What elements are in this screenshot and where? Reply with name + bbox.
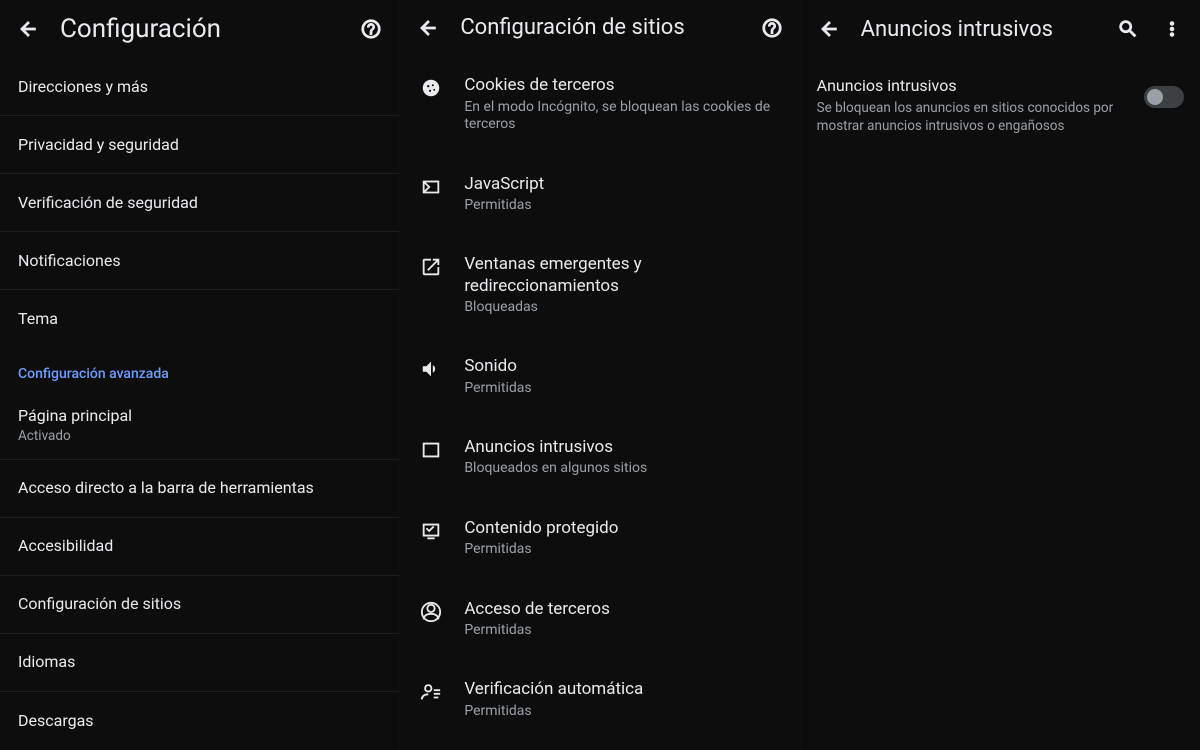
settings-item-addresses[interactable]: Direcciones y más <box>0 58 399 116</box>
intrusive-ads-toggle[interactable] <box>1144 86 1184 108</box>
help-icon <box>360 18 382 40</box>
item-label: Anuncios intrusivos <box>464 437 781 458</box>
site-item-intrusive-ads[interactable]: Anuncios intrusivos Bloqueados en alguno… <box>400 417 799 498</box>
intrusive-ads-title: Anuncios intrusivos <box>853 17 1104 42</box>
item-label: Verificación automática <box>464 679 781 700</box>
site-item-sound[interactable]: Sonido Permitidas <box>400 336 799 417</box>
arrow-back-icon <box>17 18 39 40</box>
item-label: Accesibilidad <box>18 536 113 556</box>
advanced-section-header: Configuración avanzada <box>0 348 399 392</box>
item-label: Sonido <box>464 356 781 377</box>
help-button[interactable] <box>351 9 391 49</box>
third-party-icon <box>420 601 442 623</box>
settings-item-site-settings[interactable]: Configuración de sitios <box>0 576 399 634</box>
item-label: Ventanas emergentes y redireccionamiento… <box>464 254 781 297</box>
item-sublabel: Permitidas <box>464 703 781 721</box>
settings-title: Configuración <box>52 14 347 44</box>
item-label: Tema <box>18 309 58 329</box>
site-item-auto-verify[interactable]: Verificación automática Permitidas <box>400 659 799 740</box>
item-label: Descargas <box>18 711 94 731</box>
item-label: Página principal <box>18 406 132 426</box>
item-label: Acceso directo a la barra de herramienta… <box>18 478 314 498</box>
site-item-third-party-access[interactable]: Acceso de terceros Permitidas <box>400 579 799 660</box>
settings-item-theme[interactable]: Tema <box>0 290 399 348</box>
item-sublabel: Bloqueados en algunos sitios <box>464 460 781 478</box>
item-sublabel: Permitidas <box>464 197 781 215</box>
intrusive-ads-panel: Anuncios intrusivos Anuncios intrusivos … <box>800 0 1200 750</box>
settings-item-languages[interactable]: Idiomas <box>0 634 399 692</box>
cookie-icon <box>420 77 442 99</box>
more-button[interactable] <box>1152 9 1192 49</box>
detail-sublabel: Se bloquean los anuncios en sitios conoc… <box>817 99 1130 135</box>
more-vert-icon <box>1161 18 1183 40</box>
sound-icon <box>420 358 442 380</box>
toggle-knob <box>1147 89 1163 105</box>
item-sublabel: Permitidas <box>464 622 781 640</box>
item-label: Verificación de seguridad <box>18 193 198 213</box>
site-settings-panel: Configuración de sitios Cookies de terce… <box>399 0 799 750</box>
back-button[interactable] <box>809 9 849 49</box>
help-button[interactable] <box>752 8 792 48</box>
detail-title: Anuncios intrusivos <box>817 76 1130 95</box>
intrusive-ads-appbar: Anuncios intrusivos <box>801 0 1200 58</box>
settings-item-downloads[interactable]: Descargas <box>0 692 399 750</box>
site-settings-appbar: Configuración de sitios <box>400 0 799 55</box>
search-button[interactable] <box>1108 9 1148 49</box>
site-item-cookies[interactable]: Cookies de terceros En el modo Incógnito… <box>400 55 799 153</box>
settings-appbar: Configuración <box>0 0 399 58</box>
settings-item-privacy[interactable]: Privacidad y seguridad <box>0 116 399 174</box>
settings-item-notifications[interactable]: Notificaciones <box>0 232 399 290</box>
back-button[interactable] <box>408 8 448 48</box>
item-sublabel: Permitidas <box>464 541 781 559</box>
item-label: JavaScript <box>464 174 781 195</box>
auto-verify-icon <box>420 681 442 703</box>
item-label: Notificaciones <box>18 251 121 271</box>
item-label: Idiomas <box>18 652 75 672</box>
item-sublabel: Activado <box>18 428 132 445</box>
settings-item-homepage[interactable]: Página principal Activado <box>0 392 399 460</box>
back-button[interactable] <box>8 9 48 49</box>
settings-list: Direcciones y más Privacidad y seguridad… <box>0 58 399 750</box>
arrow-back-icon <box>818 18 840 40</box>
item-label: Contenido protegido <box>464 518 781 539</box>
popup-icon <box>420 256 442 278</box>
site-settings-title: Configuración de sitios <box>452 15 747 40</box>
protected-content-icon <box>420 520 442 542</box>
item-label: Privacidad y seguridad <box>18 135 179 155</box>
javascript-icon <box>420 176 442 198</box>
site-item-javascript[interactable]: JavaScript Permitidas <box>400 154 799 235</box>
ads-icon <box>420 439 442 461</box>
item-label: Acceso de terceros <box>464 599 781 620</box>
item-sublabel: En el modo Incógnito, se bloquean las co… <box>464 99 781 134</box>
item-sublabel: Permitidas <box>464 380 781 398</box>
intrusive-ads-toggle-row: Anuncios intrusivos Se bloquean los anun… <box>801 58 1200 153</box>
item-sublabel: Bloqueadas <box>464 299 781 317</box>
settings-panel: Configuración Direcciones y más Privacid… <box>0 0 399 750</box>
site-item-popups[interactable]: Ventanas emergentes y redireccionamiento… <box>400 234 799 336</box>
site-settings-list: Cookies de terceros En el modo Incógnito… <box>400 55 799 750</box>
settings-item-toolbar-shortcut[interactable]: Acceso directo a la barra de herramienta… <box>0 460 399 518</box>
site-item-protected-content[interactable]: Contenido protegido Permitidas <box>400 498 799 579</box>
settings-item-accessibility[interactable]: Accesibilidad <box>0 518 399 576</box>
item-label: Direcciones y más <box>18 77 148 97</box>
item-label: Cookies de terceros <box>464 75 781 96</box>
item-label: Configuración de sitios <box>18 594 181 614</box>
site-item-site-data[interactable]: Datos de sitios en el dispositivo <box>400 740 799 750</box>
search-icon <box>1117 18 1139 40</box>
settings-item-safety-check[interactable]: Verificación de seguridad <box>0 174 399 232</box>
arrow-back-icon <box>417 17 439 39</box>
help-icon <box>761 17 783 39</box>
